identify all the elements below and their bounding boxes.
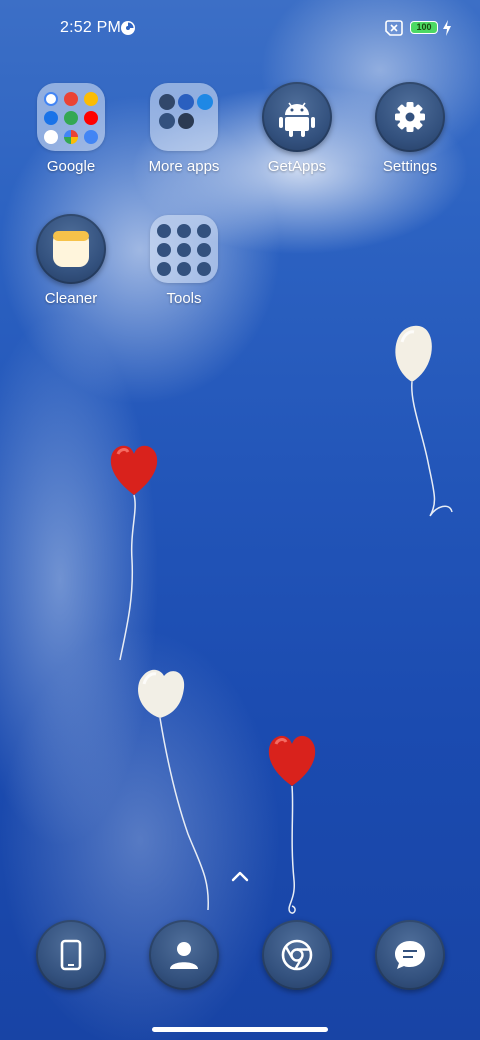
mail-icon [197, 224, 211, 238]
notes-icon [197, 243, 211, 257]
getapps-icon [262, 82, 332, 152]
battery-icon: 100 [410, 21, 438, 34]
app-label: Settings [382, 158, 438, 175]
maps-icon [64, 111, 78, 125]
mini-app-icon [159, 94, 175, 110]
phone-icon[interactable] [36, 920, 106, 990]
recorder-icon [177, 262, 191, 276]
mini-app-icon [178, 94, 194, 110]
gear-mini-icon [178, 113, 194, 129]
no-sim-icon [384, 20, 404, 41]
app-label: GetApps [267, 158, 327, 175]
security-icon [197, 262, 211, 276]
files-icon [84, 130, 98, 144]
photos-icon [64, 130, 78, 144]
drive-icon [84, 92, 98, 106]
clock-icon [177, 224, 191, 238]
cleaner-icon [36, 214, 106, 284]
app-label: More apps [148, 158, 220, 175]
chrome-icon[interactable] [262, 920, 332, 990]
wallpaper-balloon-red-1 [104, 440, 164, 665]
google-icon [44, 92, 58, 106]
youtube-icon [84, 111, 98, 125]
google-folder-icon [37, 83, 105, 151]
status-bar: 2:52 PM 100 [0, 0, 480, 56]
chevron-up-icon[interactable] [228, 866, 252, 886]
app-label: Tools [166, 290, 202, 307]
share-icon [157, 262, 171, 276]
gmail-icon [64, 92, 78, 106]
mini-app-icon [197, 94, 213, 110]
wallpaper-balloon-white-1 [388, 322, 458, 522]
charging-icon [442, 20, 452, 41]
calculator-icon [157, 224, 171, 238]
status-time: 2:52 PM [60, 19, 121, 36]
messages-mini-icon [44, 130, 58, 144]
gear-icon [375, 82, 445, 152]
wallpaper-balloon-red-2 [262, 730, 322, 920]
home-indicator[interactable] [152, 1027, 328, 1032]
wallpaper-balloon-white-2 [130, 664, 220, 914]
compass-icon [157, 243, 171, 257]
more-apps-folder-icon [150, 83, 218, 151]
scanner-icon [177, 243, 191, 257]
linkedin-icon [159, 113, 175, 129]
privacy-icon [120, 20, 136, 41]
app-label: Google [46, 158, 96, 175]
tools-folder-icon [150, 215, 218, 283]
messages-icon[interactable] [375, 920, 445, 990]
app-label: Cleaner [44, 290, 98, 307]
duo-icon [44, 111, 58, 125]
contacts-icon[interactable] [149, 920, 219, 990]
home-screen: 2:52 PM 100 Google More apps GetApps Set… [0, 0, 480, 1040]
